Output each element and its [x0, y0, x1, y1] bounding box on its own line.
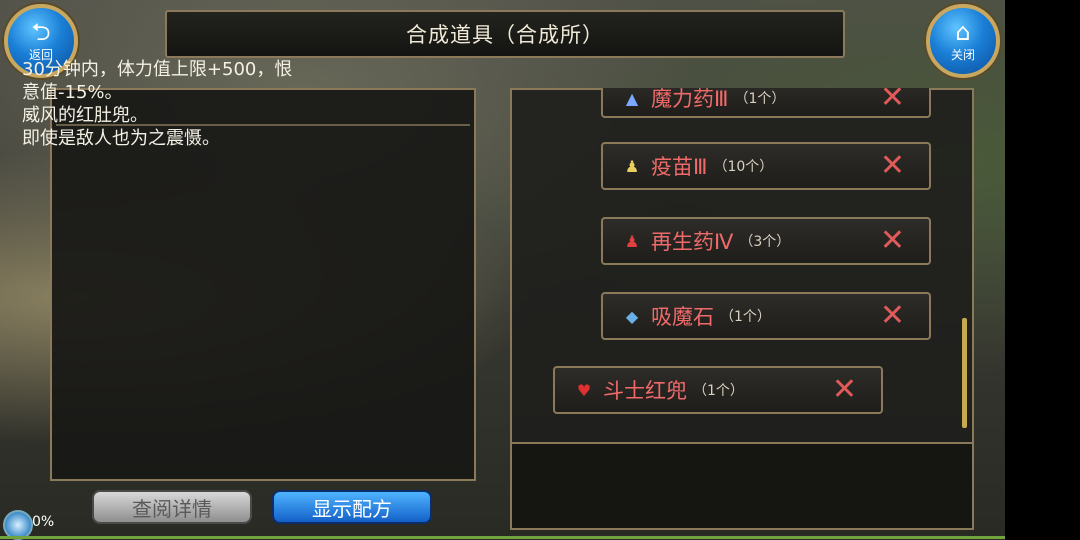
remove-icon[interactable]: ✕: [880, 226, 905, 256]
red-bib-icon: ♥: [576, 380, 592, 400]
progress-bar: [0, 536, 1005, 539]
item-name: 再生药Ⅳ: [651, 230, 734, 254]
item-name: 吸魔石: [651, 305, 714, 329]
page-title: 合成道具（合成所）: [406, 23, 604, 47]
letterbox-right: [1005, 0, 1080, 540]
item-count: （3个）: [739, 234, 791, 250]
vial-icon: ♟: [624, 156, 640, 176]
item-count: （1个）: [734, 91, 786, 107]
back-arrow-icon: ⮌: [31, 17, 51, 46]
list-item[interactable]: ♟ 再生药Ⅳ （3个） ✕: [601, 217, 931, 265]
list-footer-area: [512, 442, 972, 528]
item-name: 疫苗Ⅲ: [651, 155, 708, 179]
page-title-bar: 合成道具（合成所）: [165, 10, 845, 58]
item-count: （10个）: [713, 159, 774, 175]
show-recipe-button[interactable]: 显示配方: [272, 490, 432, 524]
description-inner-frame: [56, 124, 470, 475]
item-count: （1个）: [693, 383, 744, 399]
list-item-selected[interactable]: ♥ 斗士红兜 （1个） ✕: [553, 366, 883, 414]
close-button[interactable]: ⌂ 关闭: [926, 4, 1000, 78]
potion-icon: ▲: [625, 88, 639, 108]
view-details-button[interactable]: 查阅详情: [92, 490, 252, 524]
loading-percent: 0%: [32, 514, 55, 530]
stone-icon: ◆: [625, 306, 639, 326]
close-label: 关闭: [950, 47, 975, 62]
item-description-text: 30分钟内，体力值上限+500，恨 意值-15%。 威风的红肚兜。 即使是敌人也…: [22, 59, 293, 149]
remove-icon[interactable]: ✕: [880, 301, 905, 331]
remove-icon[interactable]: ✕: [832, 375, 857, 405]
remove-icon[interactable]: ✕: [880, 151, 905, 181]
home-icon: ⌂: [955, 17, 971, 46]
flask-icon: ♟: [624, 231, 640, 251]
list-scrollbar[interactable]: [962, 318, 967, 428]
list-item[interactable]: ◆ 吸魔石 （1个） ✕: [601, 292, 931, 340]
list-item[interactable]: ♟ 疫苗Ⅲ （10个） ✕: [601, 142, 931, 190]
item-count: （1个）: [720, 309, 771, 325]
item-name: 斗士红兜: [603, 379, 687, 403]
